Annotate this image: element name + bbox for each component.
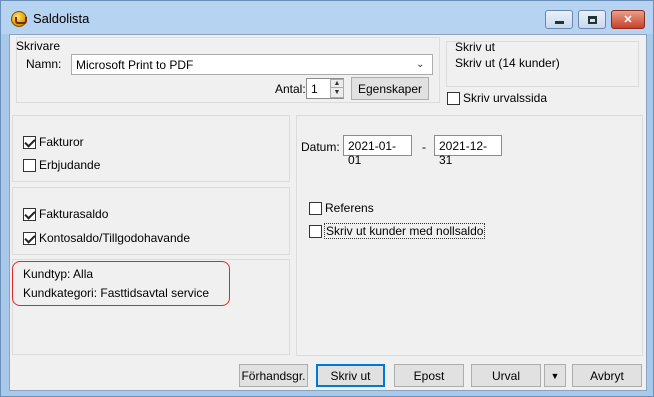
offers-checkbox[interactable]: Erbjudande xyxy=(23,158,100,172)
selection-button[interactable]: Urval xyxy=(471,364,541,387)
print-selection-page-label: Skriv urvalssida xyxy=(463,91,548,105)
maximize-icon xyxy=(587,15,597,24)
print-selection-page-checkbox[interactable]: Skriv urvalssida xyxy=(447,91,547,105)
date-to-input[interactable]: 2021-12-31 xyxy=(434,135,502,167)
print-button[interactable]: Skriv ut xyxy=(316,364,385,387)
reference-checkbox[interactable]: Referens xyxy=(309,201,374,215)
invoice-balance-label: Fakturasaldo xyxy=(39,207,109,221)
preview-button[interactable]: Förhandsgr. xyxy=(239,364,308,387)
document-type-group: Fakturor Erbjudande xyxy=(12,115,290,182)
preview-button-label: Förhandsgr. xyxy=(241,368,306,383)
selection-dropdown-button[interactable]: ▼ xyxy=(544,364,566,387)
print-info-group: Skriv ut Skriv ut (14 kunder) xyxy=(446,40,639,87)
close-icon: ✕ xyxy=(623,14,633,26)
dialog-body: Skrivare Namn: Microsoft Print to PDF ⌄ … xyxy=(9,34,647,391)
balance-group: Fakturasaldo Kontosaldo/Tillgodohavande xyxy=(12,187,290,255)
chevron-down-icon: ⌄ xyxy=(416,59,425,70)
reference-label: Referens xyxy=(325,201,374,215)
invoices-label: Fakturor xyxy=(39,135,84,149)
window-title: Saldolista xyxy=(33,11,90,26)
printer-name-label: Namn: xyxy=(26,57,62,71)
email-button-label: Epost xyxy=(413,368,445,383)
date-from-input[interactable]: 2021-01-01 xyxy=(343,135,412,167)
printer-name-select[interactable]: Microsoft Print to PDF ⌄ xyxy=(71,54,433,75)
zero-balance-label: Skriv ut kunder med nollsaldo xyxy=(323,223,486,239)
print-selection-page-box[interactable] xyxy=(447,91,460,105)
account-balance-box[interactable] xyxy=(23,231,36,245)
stepper-down-icon[interactable]: ▼ xyxy=(331,89,343,97)
invoices-checkbox[interactable]: Fakturor xyxy=(23,135,84,149)
zero-balance-checkbox[interactable]: Skriv ut kunder med nollsaldo xyxy=(309,223,486,239)
date-to-value: 2021-12-31 xyxy=(439,139,488,167)
options-group: Datum: 2021-01-01 - 2021-12-31 Referens … xyxy=(296,115,643,356)
customer-type-text: Kundtyp: Alla xyxy=(23,267,94,281)
cancel-button-label: Avbryt xyxy=(590,368,624,383)
chevron-down-icon: ▼ xyxy=(550,370,560,381)
invoice-balance-checkbox[interactable]: Fakturasaldo xyxy=(23,207,108,221)
printer-name-value: Microsoft Print to PDF xyxy=(76,58,194,72)
copies-stepper[interactable]: ▲ ▼ xyxy=(330,79,344,98)
maximize-button[interactable] xyxy=(578,10,606,29)
offers-label: Erbjudande xyxy=(39,158,101,172)
invoice-balance-box[interactable] xyxy=(23,207,36,221)
date-from-value: 2021-01-01 xyxy=(348,139,397,167)
email-button[interactable]: Epost xyxy=(394,364,464,387)
title-bar[interactable]: Saldolista ✕ xyxy=(1,1,653,34)
print-info-text: Skriv ut (14 kunder) xyxy=(455,56,560,70)
account-balance-checkbox[interactable]: Kontosaldo/Tillgodohavande xyxy=(23,231,190,245)
minimize-button[interactable] xyxy=(545,10,573,29)
cancel-button[interactable]: Avbryt xyxy=(572,364,642,387)
properties-button[interactable]: Egenskaper xyxy=(351,77,429,100)
offers-box[interactable] xyxy=(23,158,36,172)
reference-box[interactable] xyxy=(309,201,322,215)
saldolista-window: Saldolista ✕ Skrivare Namn: Microsoft Pr… xyxy=(0,0,654,397)
customer-category-text: Kundkategori: Fasttidsavtal service xyxy=(23,286,210,300)
stepper-up-icon[interactable]: ▲ xyxy=(331,80,343,88)
copies-label: Antal: xyxy=(275,82,306,96)
account-balance-label: Kontosaldo/Tillgodohavande xyxy=(39,231,191,245)
invoices-box[interactable] xyxy=(23,135,36,149)
print-info-group-label: Skriv ut xyxy=(455,40,496,54)
close-button[interactable]: ✕ xyxy=(611,10,645,29)
printer-group-label: Skrivare xyxy=(16,39,61,53)
minimize-icon xyxy=(554,21,564,24)
print-button-label: Skriv ut xyxy=(330,368,371,383)
selection-button-label: Urval xyxy=(491,368,520,383)
printer-group: Skrivare Namn: Microsoft Print to PDF ⌄ … xyxy=(16,37,440,103)
date-label: Datum: xyxy=(301,140,340,154)
copies-value: 1 xyxy=(311,82,318,96)
zero-balance-box[interactable] xyxy=(309,224,322,238)
properties-button-label: Egenskaper xyxy=(357,81,423,96)
app-icon xyxy=(11,11,27,27)
date-separator: - xyxy=(422,140,426,154)
